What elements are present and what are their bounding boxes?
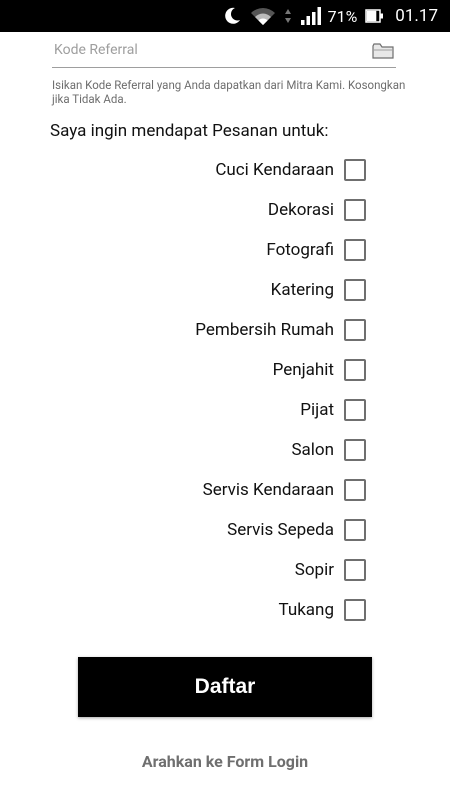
service-checkbox[interactable] bbox=[344, 559, 366, 581]
service-checkbox[interactable] bbox=[344, 279, 366, 301]
service-checkbox[interactable] bbox=[344, 319, 366, 341]
data-arrows-icon bbox=[284, 6, 292, 26]
service-label: Pembersih Rumah bbox=[195, 320, 334, 340]
service-option-servis-sepeda[interactable]: Servis Sepeda bbox=[227, 510, 366, 550]
referral-field bbox=[52, 36, 396, 68]
service-checkbox[interactable] bbox=[344, 159, 366, 181]
service-label: Tukang bbox=[278, 600, 334, 620]
service-option-fotografi[interactable]: Fotografi bbox=[266, 230, 366, 270]
service-label: Dekorasi bbox=[267, 200, 334, 220]
referral-code-input[interactable] bbox=[52, 38, 356, 62]
service-option-servis-kendaraan[interactable]: Servis Kendaraan bbox=[203, 470, 366, 510]
services-heading: Saya ingin mendapat Pesanan untuk: bbox=[50, 121, 329, 141]
service-option-katering[interactable]: Katering bbox=[271, 270, 366, 310]
service-checkbox[interactable] bbox=[344, 479, 366, 501]
service-option-dekorasi[interactable]: Dekorasi bbox=[268, 190, 366, 230]
signal-icon bbox=[300, 6, 322, 26]
service-checkbox[interactable] bbox=[344, 199, 366, 221]
service-checkbox[interactable] bbox=[344, 439, 366, 461]
service-label: Pijat bbox=[300, 400, 334, 420]
service-label: Katering bbox=[270, 280, 334, 300]
service-label: Sopir bbox=[294, 560, 334, 580]
service-checkbox[interactable] bbox=[344, 519, 366, 541]
service-option-salon[interactable]: Salon bbox=[291, 430, 366, 470]
battery-icon bbox=[365, 6, 385, 26]
service-option-tukang[interactable]: Tukang bbox=[278, 590, 366, 630]
service-checkbox[interactable] bbox=[344, 399, 366, 421]
service-checkbox[interactable] bbox=[344, 239, 366, 261]
service-option-pembersih-rumah[interactable]: Pembersih Rumah bbox=[195, 310, 366, 350]
service-label: Fotografi bbox=[266, 240, 334, 260]
service-option-penjahit[interactable]: Penjahit bbox=[273, 350, 366, 390]
register-button[interactable]: Daftar bbox=[78, 657, 372, 717]
service-label: Cuci Kendaraan bbox=[215, 160, 334, 180]
moon-icon bbox=[222, 6, 242, 26]
service-label: Servis Kendaraan bbox=[202, 480, 334, 500]
battery-percent: 71% bbox=[327, 6, 358, 26]
wifi-icon bbox=[250, 6, 276, 26]
service-checkbox[interactable] bbox=[344, 359, 366, 381]
service-label: Servis Sepeda bbox=[227, 520, 334, 540]
service-label: Penjahit bbox=[272, 360, 334, 380]
status-bar: 71% 01.17 bbox=[0, 0, 450, 32]
service-label: Salon bbox=[291, 440, 334, 460]
service-checkbox[interactable] bbox=[344, 599, 366, 621]
login-form-link[interactable]: Arahkan ke Form Login bbox=[0, 752, 450, 771]
clock: 01.17 bbox=[395, 6, 438, 26]
service-option-cuci-kendaraan[interactable]: Cuci Kendaraan bbox=[215, 150, 366, 190]
folder-icon[interactable] bbox=[372, 42, 396, 62]
service-option-pijat[interactable]: Pijat bbox=[300, 390, 366, 430]
service-option-sopir[interactable]: Sopir bbox=[295, 550, 366, 590]
referral-helper-text: Isikan Kode Referral yang Anda dapatkan … bbox=[52, 78, 406, 106]
